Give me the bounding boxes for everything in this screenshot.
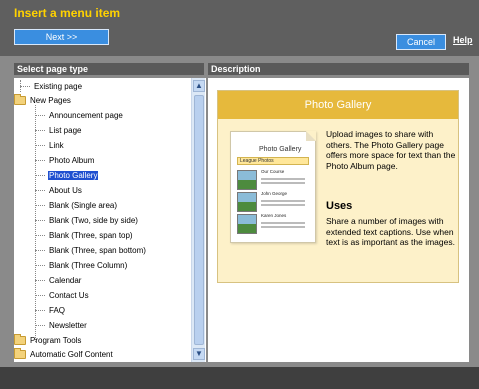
folder-icon	[14, 348, 26, 360]
tree-item-program-tools[interactable]: Program Tools	[14, 334, 82, 348]
tree-item-newsletter[interactable]: Newsletter	[35, 319, 88, 333]
insert-menu-item-dialog: Insert a menu item Next >> Cancel Help S…	[0, 0, 479, 389]
tree-item-faq[interactable]: FAQ	[35, 304, 66, 318]
tree-item-blank-three-column[interactable]: Blank (Three Column)	[35, 259, 128, 273]
tree-item-about-us[interactable]: About Us	[35, 184, 83, 198]
cancel-button[interactable]: Cancel	[396, 34, 446, 50]
dialog-header: Insert a menu item Next >> Cancel Help	[0, 0, 479, 56]
tree-item-blank-three-top[interactable]: Blank (Three, span top)	[35, 229, 134, 243]
scroll-up-icon[interactable]: ▲	[193, 80, 205, 92]
preview-photo	[237, 214, 257, 234]
preview-subtitle: League Photos	[237, 157, 309, 165]
tree-item-photo-gallery[interactable]: Photo Gallery	[35, 169, 99, 183]
tree-item-blank-three-bottom[interactable]: Blank (Three, span bottom)	[35, 244, 147, 258]
select-page-type-heading: Select page type	[14, 63, 204, 75]
preview-caption: Our Course	[261, 169, 285, 174]
tree-item-automatic-golf-content[interactable]: Automatic Golf Content	[14, 348, 114, 362]
dialog-title: Insert a menu item	[14, 6, 121, 20]
tree-item-existing-page[interactable]: Existing page	[20, 80, 83, 94]
page-type-tree: Existing page New Pages Announcement pag…	[14, 78, 206, 362]
photo-gallery-preview-image: Photo Gallery League Photos Our Course J…	[230, 131, 316, 243]
help-link[interactable]: Help	[453, 35, 473, 45]
tree-item-photo-album[interactable]: Photo Album	[35, 154, 95, 168]
preview-title: Photo Gallery	[259, 146, 302, 153]
preview-photo	[237, 192, 257, 212]
tree-item-announcement-page[interactable]: Announcement page	[35, 109, 124, 123]
uses-body: Share a number of images with extended t…	[326, 216, 455, 247]
tree-item-contact-us[interactable]: Contact Us	[35, 289, 90, 303]
description-panel: Photo Gallery Photo Gallery League Photo…	[208, 78, 469, 362]
folder-icon	[14, 334, 26, 346]
tree-item-list-page[interactable]: List page	[35, 124, 82, 138]
scroll-thumb[interactable]	[194, 95, 204, 345]
dialog-footer	[0, 367, 479, 389]
description-card: Photo Gallery Photo Gallery League Photo…	[217, 90, 459, 283]
tree-item-link[interactable]: Link	[35, 139, 65, 153]
next-button[interactable]: Next >>	[14, 29, 109, 45]
tree-item-blank-two-side[interactable]: Blank (Two, side by side)	[35, 214, 139, 228]
preview-photo	[237, 170, 257, 190]
tree-item-new-pages[interactable]: New Pages	[14, 94, 72, 108]
preview-caption: John George	[261, 191, 288, 196]
description-heading: Description	[208, 63, 469, 75]
tree-item-calendar[interactable]: Calendar	[35, 274, 82, 288]
open-folder-icon	[14, 94, 26, 106]
preview-caption: Karen Jones	[261, 213, 287, 218]
description-body: Upload images to share with others. The …	[326, 129, 456, 171]
tree-item-blank-single[interactable]: Blank (Single area)	[35, 199, 118, 213]
description-title: Photo Gallery	[218, 91, 458, 119]
scroll-down-icon[interactable]: ▼	[193, 348, 205, 360]
tree-scrollbar[interactable]: ▲ ▼	[191, 78, 205, 362]
uses-heading: Uses	[326, 200, 353, 212]
